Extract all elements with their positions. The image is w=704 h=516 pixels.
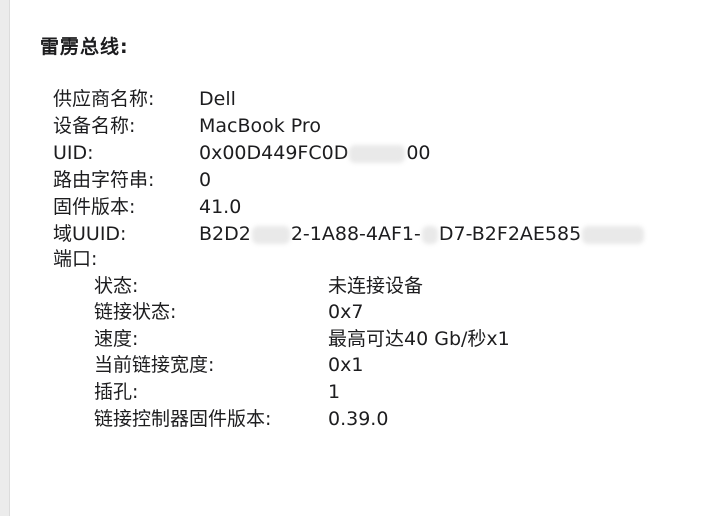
link-width-label: 当前链接宽度: xyxy=(94,354,215,376)
link-width-value: 0x1 xyxy=(328,354,364,376)
firmware-version-value: 41.0 xyxy=(199,196,242,218)
firmware-version-label: 固件版本: xyxy=(53,196,136,218)
port-label: 端口: xyxy=(53,248,98,270)
uid-value: 0x00D449FC0D 00 xyxy=(199,140,431,166)
domain-uuid-value: B2D2 2-1A88-4AF1- D7-B2F2AE585 xyxy=(199,221,645,247)
socket-label: 插孔: xyxy=(94,381,139,403)
port-status-value: 未连接设备 xyxy=(328,275,424,297)
vendor-value: Dell xyxy=(199,88,236,110)
device-name-label: 设备名称: xyxy=(53,115,136,137)
port-status-label: 状态: xyxy=(94,275,139,297)
redacted-blur xyxy=(421,225,438,244)
link-status-value: 0x7 xyxy=(328,301,364,323)
uid-value-start: 0x00D449FC0D xyxy=(199,142,349,164)
uid-value-end: 00 xyxy=(406,142,431,164)
domain-uuid-part-2: 2-1A88-4AF1- xyxy=(290,223,421,245)
vendor-label: 供应商名称: xyxy=(53,88,155,110)
speed-label: 速度: xyxy=(94,328,139,350)
controller-firmware-value: 0.39.0 xyxy=(328,408,389,430)
speed-value: 最高可达40 Gb/秒x1 xyxy=(328,328,510,350)
domain-uuid-part-1: B2D2 xyxy=(199,223,251,245)
domain-uuid-label: 域UUID: xyxy=(53,223,127,245)
controller-firmware-label: 链接控制器固件版本: xyxy=(94,408,272,430)
redacted-blur xyxy=(582,225,645,244)
system-report-detail-pane: 雷雳总线: 供应商名称: Dell 设备名称: MacBook Pro UID:… xyxy=(10,0,704,516)
route-string-value: 0 xyxy=(199,169,212,191)
domain-uuid-part-3: D7-B2F2AE585 xyxy=(438,223,582,245)
redacted-blur xyxy=(251,225,290,244)
section-title: 雷雳总线: xyxy=(40,36,129,58)
redacted-blur xyxy=(349,144,406,163)
route-string-label: 路由字符串: xyxy=(53,169,155,191)
uid-label: UID: xyxy=(53,142,94,164)
device-name-value: MacBook Pro xyxy=(199,115,321,137)
sidebar-edge xyxy=(0,0,10,516)
link-status-label: 链接状态: xyxy=(94,301,177,323)
socket-value: 1 xyxy=(328,381,341,403)
